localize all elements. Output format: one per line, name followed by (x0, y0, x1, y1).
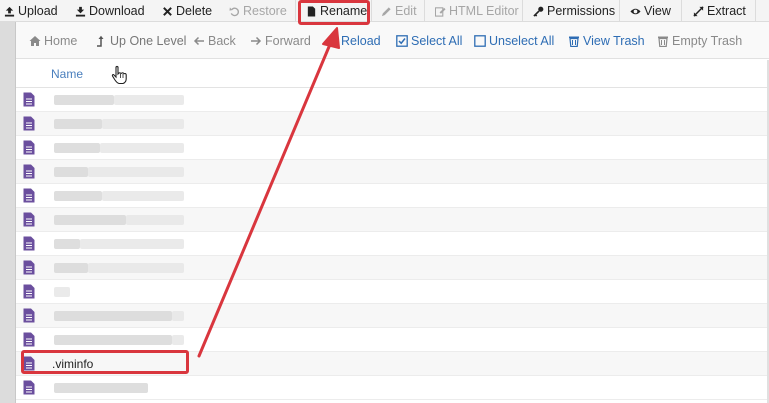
rename-highlight-box (298, 0, 370, 25)
select-all-button[interactable]: Select All (396, 22, 462, 59)
redacted-name (54, 239, 80, 249)
left-panel (0, 22, 16, 403)
file-icon (23, 188, 35, 203)
upload-icon (4, 6, 15, 17)
redacted-name (88, 263, 184, 273)
file-manager-toolbar: Upload Download Delete Restore Rename Ed… (0, 0, 769, 22)
redacted-name (54, 119, 102, 129)
redacted-name (88, 167, 184, 177)
file-icon (23, 308, 35, 323)
list-item[interactable] (16, 328, 769, 352)
file-icon (23, 380, 35, 395)
toolbar-divider (619, 0, 620, 22)
empty-trash-button[interactable]: Empty Trash (657, 22, 742, 59)
trash-icon (658, 36, 668, 47)
file-list-header: Name (16, 60, 769, 88)
level-up-icon (97, 35, 104, 47)
eye-icon (630, 8, 641, 14)
viminfo-highlight-box (21, 350, 189, 374)
redacted-name (102, 119, 184, 129)
toolbar-divider (424, 0, 425, 22)
edit-document-icon (435, 6, 446, 17)
redacted-name (102, 191, 184, 201)
redacted-name (54, 95, 114, 105)
home-button[interactable]: Home (29, 22, 77, 59)
view-trash-button[interactable]: View Trash (568, 22, 645, 59)
close-icon (163, 6, 172, 16)
redacted-name (114, 95, 184, 105)
navigation-bar: Home Up One Level Back Forward Reload Se… (16, 22, 769, 59)
list-item[interactable] (16, 112, 769, 136)
file-icon (23, 236, 35, 251)
name-column-header[interactable]: Name (51, 67, 83, 81)
redacted-name (54, 287, 70, 297)
list-item[interactable] (16, 136, 769, 160)
download-button[interactable]: Download (75, 0, 145, 22)
reload-button[interactable]: Reload (326, 22, 381, 59)
file-icon (23, 92, 35, 107)
file-icon (23, 212, 35, 227)
redacted-name (54, 167, 88, 177)
edit-button[interactable]: Edit (381, 0, 417, 22)
html-editor-button[interactable]: HTML Editor (435, 0, 519, 22)
file-icon (23, 116, 35, 131)
toolbar-divider (371, 0, 372, 22)
home-icon (29, 35, 41, 46)
redacted-name (172, 335, 184, 345)
file-icon (23, 260, 35, 275)
back-button[interactable]: Back (193, 22, 236, 59)
toolbar-divider (522, 0, 523, 22)
arrow-right-icon (251, 36, 262, 45)
list-item[interactable] (16, 280, 769, 304)
view-button[interactable]: View (630, 0, 671, 22)
list-item[interactable] (16, 184, 769, 208)
hand-cursor-icon (111, 65, 127, 85)
checkbox-checked-icon (396, 34, 408, 47)
redacted-name (54, 143, 100, 153)
forward-button[interactable]: Forward (250, 22, 311, 59)
list-item[interactable] (16, 256, 769, 280)
toolbar-divider (681, 0, 682, 22)
unselect-all-button[interactable]: Unselect All (474, 22, 554, 59)
file-icon (23, 284, 35, 299)
extract-button[interactable]: Extract (693, 0, 746, 22)
up-one-level-button[interactable]: Up One Level (95, 22, 186, 59)
list-item[interactable] (16, 304, 769, 328)
redacted-name (172, 311, 184, 321)
restore-button[interactable]: Restore (229, 0, 287, 22)
redacted-name (80, 239, 184, 249)
file-icon (23, 332, 35, 347)
redacted-name (54, 335, 172, 345)
undo-icon (229, 6, 240, 16)
checkbox-empty-icon (474, 34, 486, 47)
toolbar-divider (295, 0, 296, 22)
upload-button[interactable]: Upload (4, 0, 58, 22)
redacted-name (54, 383, 148, 393)
redacted-name (126, 215, 184, 225)
list-item[interactable] (16, 208, 769, 232)
redacted-name (100, 143, 184, 153)
file-icon (23, 164, 35, 179)
download-icon (75, 6, 86, 17)
permissions-button[interactable]: Permissions (533, 0, 615, 22)
list-item[interactable] (16, 376, 769, 400)
list-item[interactable] (16, 160, 769, 184)
pencil-icon (381, 6, 391, 16)
expand-icon (693, 5, 704, 17)
list-item[interactable] (16, 88, 769, 112)
redacted-name (54, 311, 172, 321)
toolbar-divider (755, 0, 756, 22)
arrow-left-icon (193, 36, 204, 45)
file-icon (23, 140, 35, 155)
refresh-icon (326, 35, 338, 46)
redacted-name (54, 191, 102, 201)
key-icon (533, 6, 544, 17)
delete-button[interactable]: Delete (162, 0, 212, 22)
redacted-name (54, 263, 88, 273)
redacted-name (54, 215, 126, 225)
trash-icon (569, 36, 579, 47)
list-item[interactable] (16, 232, 769, 256)
